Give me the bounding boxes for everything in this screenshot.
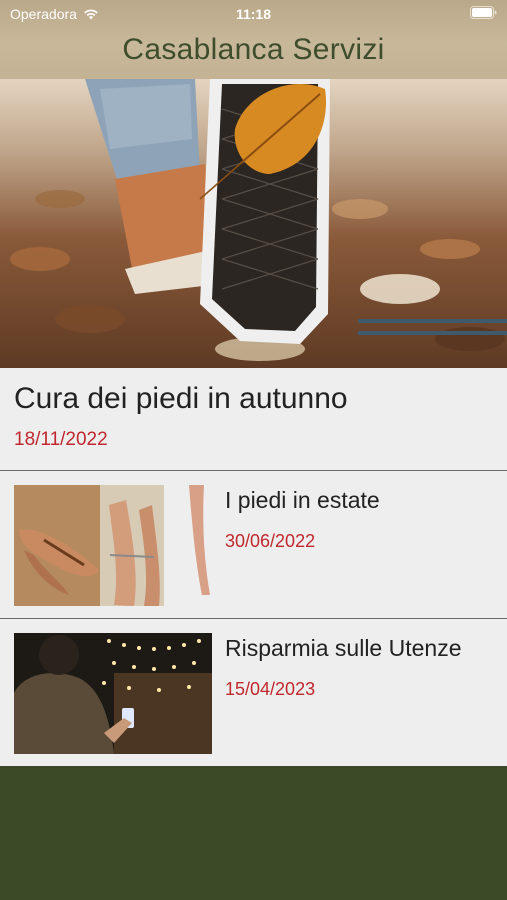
- app-header: Operadora 11:18 Casablanca Servizi: [0, 0, 507, 79]
- article-thumbnail: [14, 633, 212, 754]
- featured-date: 18/11/2022: [14, 429, 108, 450]
- status-bar: Operadora 11:18: [0, 0, 507, 28]
- article-date: 30/06/2022: [225, 531, 316, 551]
- featured-article[interactable]: Cura dei piedi in autunno 18/11/2022: [0, 368, 507, 471]
- featured-title: Cura dei piedi in autunno: [14, 382, 348, 415]
- clock: 11:18: [235, 6, 272, 22]
- article-title: Risparmia sulle Utenze: [225, 635, 462, 661]
- autumn-sneaker-photo: [10, 79, 507, 361]
- featured-image[interactable]: [0, 79, 507, 368]
- list-item[interactable]: I piedi in estate 30/06/2022: [0, 471, 507, 619]
- summer-sandals-photo: [14, 485, 212, 606]
- string-lights-person-phone-photo: [14, 633, 212, 754]
- empty-background: [0, 766, 507, 900]
- article-title: I piedi in estate: [225, 487, 380, 513]
- battery-icon: [470, 6, 497, 19]
- list-item[interactable]: Risparmia sulle Utenze 15/04/2023: [0, 619, 507, 766]
- article-thumbnail: [14, 485, 212, 606]
- article-date: 15/04/2023: [225, 679, 316, 699]
- app-title: Casablanca Servizi: [122, 33, 385, 66]
